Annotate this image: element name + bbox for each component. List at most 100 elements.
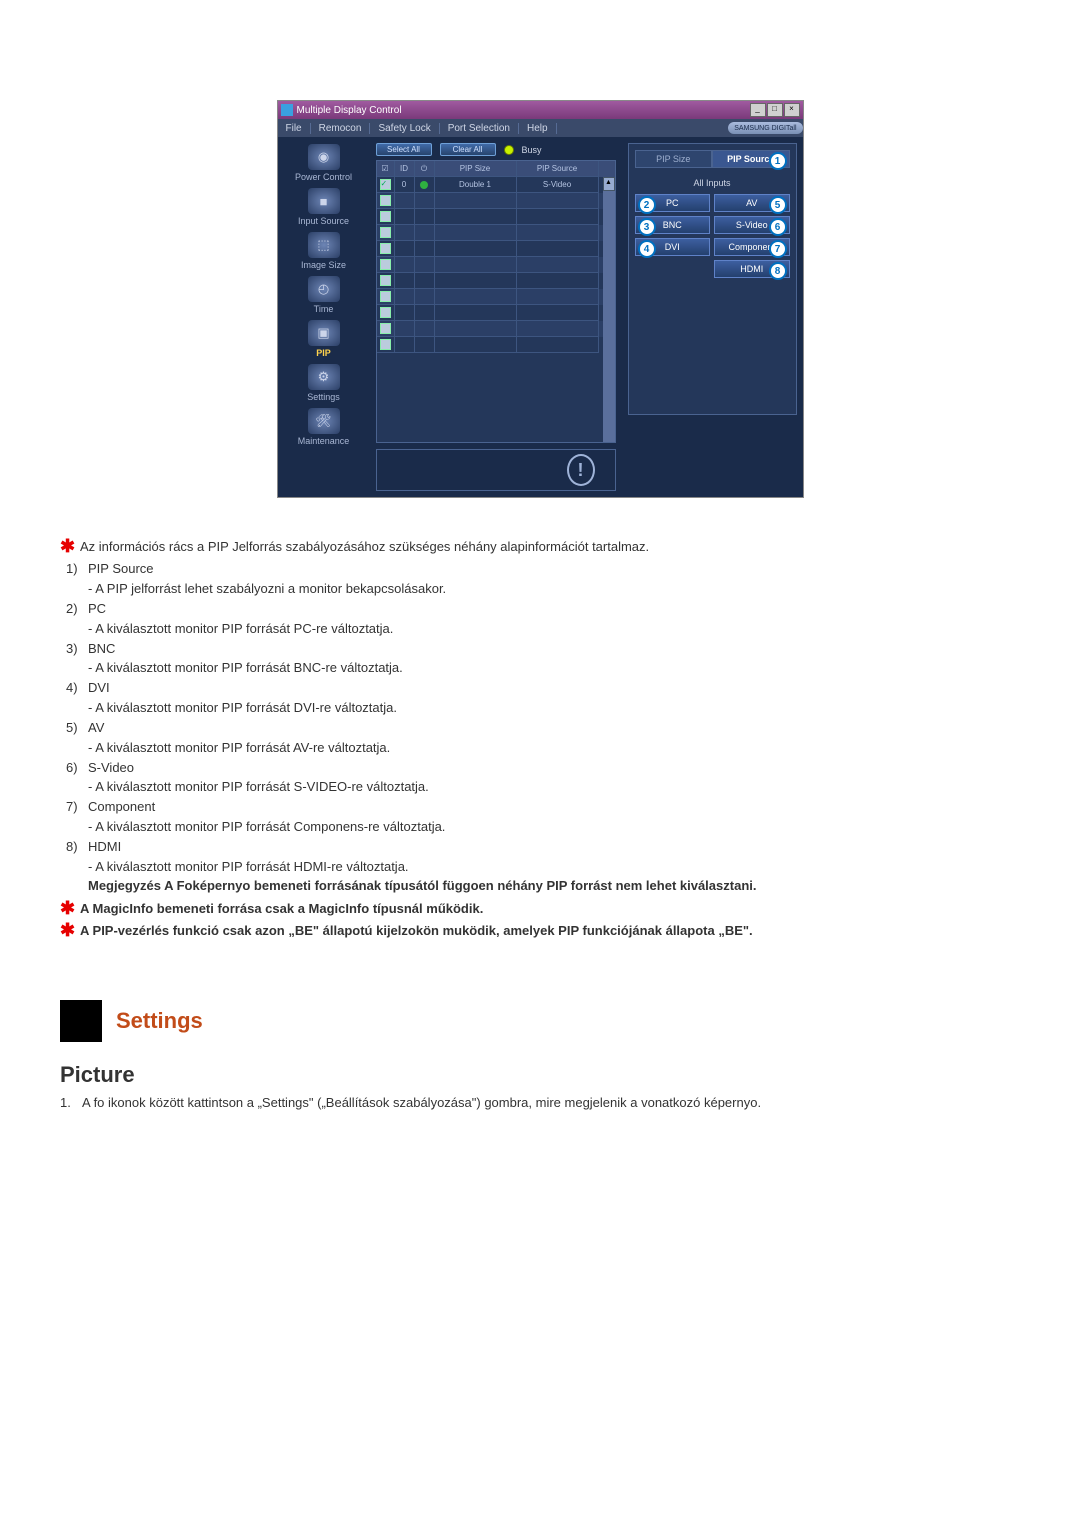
- device-grid: ☑ ID ⏻ PIP Size PIP Source 0Double 1S-Vi…: [376, 160, 616, 443]
- cell-power: [415, 257, 435, 273]
- sidebar-item-time[interactable]: ◴ Time: [278, 273, 370, 315]
- menu-port-selection[interactable]: Port Selection: [440, 123, 519, 134]
- svideo-button-label: S-Video: [736, 220, 768, 230]
- sidebar-item-settings[interactable]: ⚙ Settings: [278, 361, 370, 403]
- minimize-button[interactable]: _: [750, 103, 766, 117]
- row-checkbox[interactable]: [380, 323, 391, 334]
- select-all-button[interactable]: Select All: [376, 143, 432, 156]
- cell-pip-size: [435, 257, 517, 273]
- svideo-button[interactable]: S-Video 6: [714, 216, 790, 234]
- table-row[interactable]: [377, 273, 615, 289]
- cell-power: [415, 337, 435, 353]
- item-desc: - A kiválasztott monitor PIP forrását Co…: [66, 818, 1020, 837]
- callout-badge-1: 1: [769, 152, 787, 170]
- table-row[interactable]: [377, 257, 615, 273]
- all-inputs-label: All Inputs: [635, 178, 790, 188]
- sidebar-item-power-control[interactable]: ◉ Power Control: [278, 141, 370, 183]
- row-checkbox[interactable]: [380, 339, 391, 350]
- row-checkbox[interactable]: [380, 243, 391, 254]
- menu-safety-lock[interactable]: Safety Lock: [370, 123, 439, 134]
- menu-file[interactable]: File: [278, 123, 311, 134]
- table-row[interactable]: [377, 209, 615, 225]
- list-text: A fo ikonok között kattintson a „Setting…: [82, 1094, 1020, 1113]
- sidebar-item-label: Settings: [307, 392, 340, 402]
- cell-pip-source: [517, 321, 599, 337]
- numbered-list: 1)PIP Source- A PIP jelforrást lehet sza…: [66, 560, 1020, 877]
- sidebar-item-maintenance[interactable]: 🛠 Maintenance: [278, 405, 370, 447]
- cell-power: [415, 193, 435, 209]
- av-button[interactable]: AV 5: [714, 194, 790, 212]
- item-title: S-Video: [88, 759, 1020, 778]
- cell-power: [415, 225, 435, 241]
- list-item: 7)Component: [66, 798, 1020, 817]
- right-panel: PIP Size PIP Source 1 All Inputs PC 2: [622, 137, 803, 497]
- header-power: ⏻: [415, 161, 435, 177]
- component-button[interactable]: Component 7: [714, 238, 790, 256]
- row-checkbox[interactable]: [380, 307, 391, 318]
- row-checkbox[interactable]: [380, 179, 391, 190]
- list-item: 8)HDMI: [66, 838, 1020, 857]
- power-icon: ◉: [308, 144, 340, 170]
- row-checkbox[interactable]: [380, 211, 391, 222]
- cell-pip-source: [517, 209, 599, 225]
- header-checkbox[interactable]: ☑: [377, 161, 395, 177]
- row-checkbox[interactable]: [380, 259, 391, 270]
- item-number: 6): [66, 759, 88, 778]
- menu-help[interactable]: Help: [519, 123, 557, 134]
- item-desc: - A kiválasztott monitor PIP forrását AV…: [66, 739, 1020, 758]
- table-row[interactable]: [377, 305, 615, 321]
- sidebar-item-pip[interactable]: ▣ PIP: [278, 317, 370, 359]
- item-number: 4): [66, 679, 88, 698]
- item-title: HDMI: [88, 838, 1020, 857]
- row-checkbox[interactable]: [380, 291, 391, 302]
- scrollbar[interactable]: ▲: [603, 177, 615, 442]
- row-checkbox[interactable]: [380, 195, 391, 206]
- sidebar-item-label: Time: [314, 304, 334, 314]
- scroll-up-icon[interactable]: ▲: [603, 177, 615, 191]
- star-icon: ✱: [60, 900, 80, 916]
- table-row[interactable]: [377, 337, 615, 353]
- hdmi-button-label: HDMI: [740, 264, 763, 274]
- busy-indicator-icon: [504, 145, 514, 155]
- brand-badge: SAMSUNG DIGITall: [728, 122, 802, 134]
- table-row[interactable]: [377, 241, 615, 257]
- table-row[interactable]: [377, 225, 615, 241]
- list-item: 6)S-Video: [66, 759, 1020, 778]
- tab-pip-source[interactable]: PIP Source 1: [712, 150, 790, 168]
- cell-pip-source: [517, 289, 599, 305]
- maintenance-icon: 🛠: [308, 408, 340, 434]
- cell-id: [395, 273, 415, 289]
- cell-id: [395, 305, 415, 321]
- clear-all-button[interactable]: Clear All: [440, 143, 496, 156]
- table-row[interactable]: 0Double 1S-Video: [377, 177, 615, 193]
- table-row[interactable]: [377, 321, 615, 337]
- item-number: 7): [66, 798, 88, 817]
- cell-id: [395, 241, 415, 257]
- sidebar-item-input-source[interactable]: ■ Input Source: [278, 185, 370, 227]
- cell-id: [395, 257, 415, 273]
- bnc-button-label: BNC: [663, 220, 682, 230]
- table-row[interactable]: [377, 193, 615, 209]
- row-checkbox[interactable]: [380, 227, 391, 238]
- cell-pip-size: [435, 193, 517, 209]
- menu-remocon[interactable]: Remocon: [311, 123, 371, 134]
- hdmi-button[interactable]: HDMI 8: [714, 260, 790, 278]
- source-icon: ■: [308, 188, 340, 214]
- bnc-button[interactable]: BNC 3: [635, 216, 711, 234]
- row-checkbox[interactable]: [380, 275, 391, 286]
- cell-pip-source: [517, 337, 599, 353]
- dvi-button[interactable]: DVI 4: [635, 238, 711, 256]
- sidebar-item-image-size[interactable]: ⬚ Image Size: [278, 229, 370, 271]
- table-row[interactable]: [377, 289, 615, 305]
- callout-badge-7: 7: [769, 240, 787, 258]
- close-button[interactable]: ×: [784, 103, 800, 117]
- pc-button[interactable]: PC 2: [635, 194, 711, 212]
- item-desc: - A kiválasztott monitor PIP forrását PC…: [66, 620, 1020, 639]
- item-title: PIP Source: [88, 560, 1020, 579]
- maximize-button[interactable]: □: [767, 103, 783, 117]
- item-title: BNC: [88, 640, 1020, 659]
- grid-header: ☑ ID ⏻ PIP Size PIP Source: [377, 161, 615, 177]
- tab-pip-size[interactable]: PIP Size: [635, 150, 713, 168]
- header-id: ID: [395, 161, 415, 177]
- magicinfo-text: A MagicInfo bemeneti forrása csak a Magi…: [80, 900, 1020, 918]
